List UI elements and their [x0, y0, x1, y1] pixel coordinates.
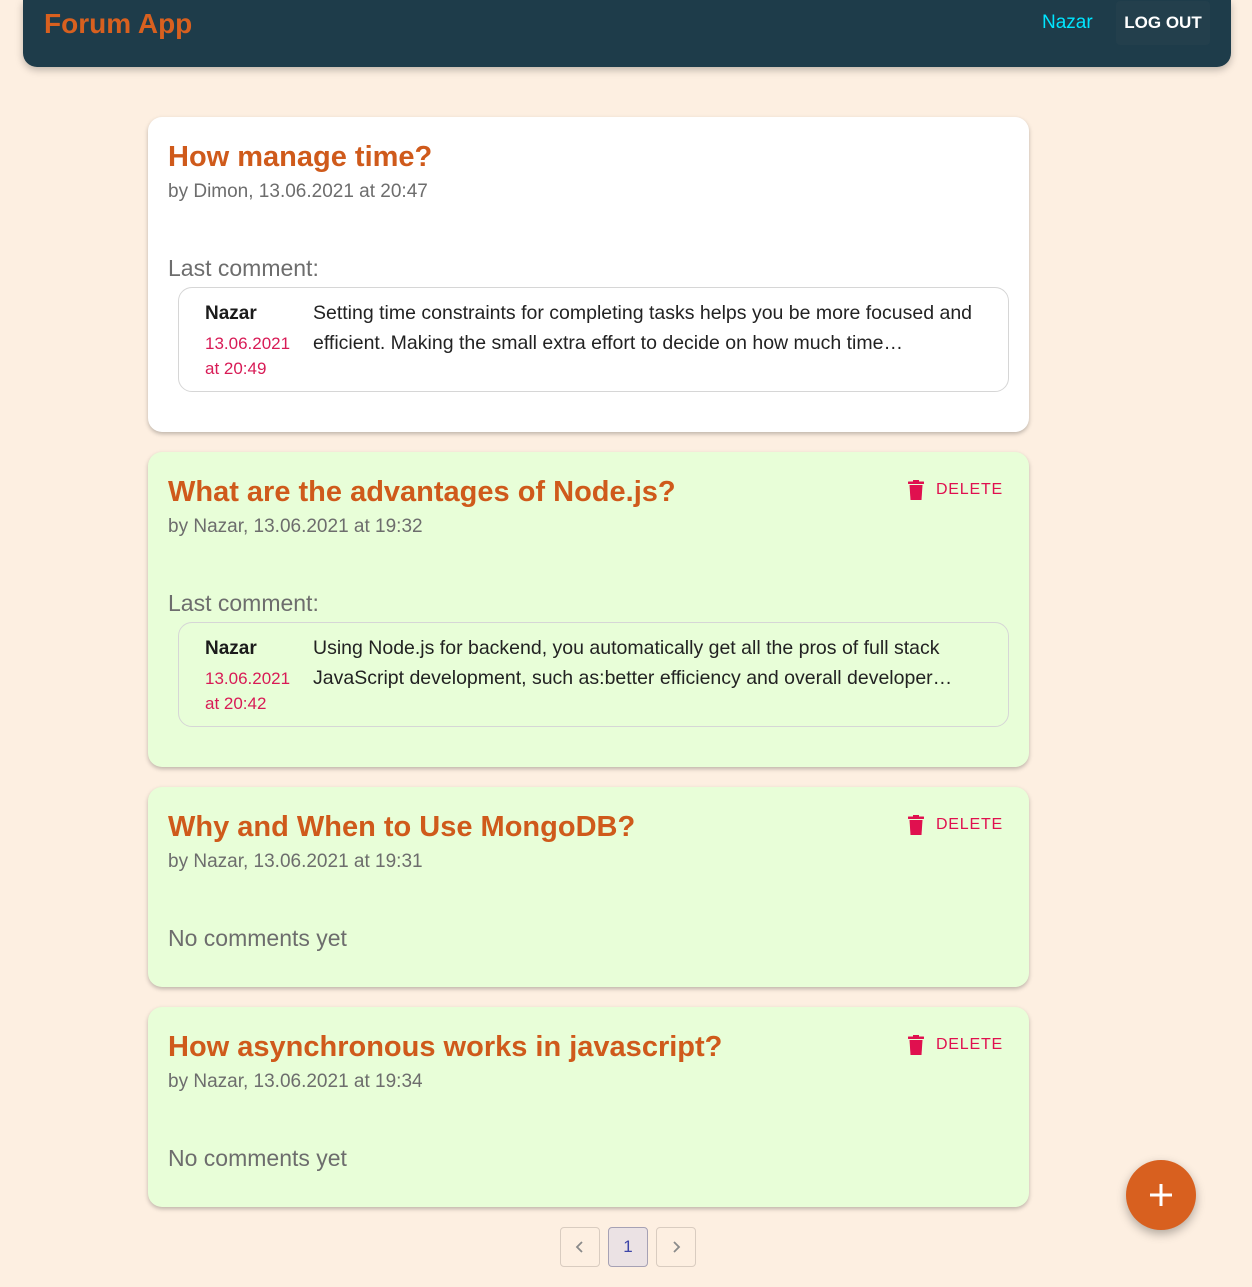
last-comment: Nazar 13.06.2021 at 20:42 Using Node.js … — [178, 622, 1009, 727]
page-button-current[interactable]: 1 — [608, 1227, 648, 1267]
app-brand[interactable]: Forum App — [44, 8, 192, 40]
post-title[interactable]: How asynchronous works in javascript? — [168, 1031, 722, 1064]
post-card[interactable]: How manage time? by Dimon, 13.06.2021 at… — [148, 117, 1029, 432]
post-meta: by Dimon, 13.06.2021 at 20:47 — [168, 181, 428, 202]
post-meta: by Nazar, 13.06.2021 at 19:31 — [168, 851, 423, 872]
no-comments-label: No comments yet — [168, 1145, 347, 1171]
trash-icon — [907, 815, 924, 835]
add-post-button[interactable] — [1126, 1160, 1196, 1230]
comment-text: Using Node.js for backend, you automatic… — [313, 637, 953, 689]
post-title[interactable]: Why and When to Use MongoDB? — [168, 811, 635, 844]
last-comment-label: Last comment: — [168, 255, 319, 281]
plus-icon — [1150, 1184, 1172, 1206]
previous-page-button[interactable] — [560, 1227, 600, 1267]
post-title[interactable]: How manage time? — [168, 141, 432, 174]
delete-post-button[interactable]: DELETE — [907, 1035, 1003, 1055]
current-user-name: Nazar — [1042, 12, 1093, 33]
post-card[interactable]: What are the advantages of Node.js? DELE… — [148, 452, 1029, 767]
pagination: 1 — [560, 1227, 696, 1267]
chevron-left-icon — [575, 1241, 583, 1253]
next-page-button[interactable] — [656, 1227, 696, 1267]
chevron-right-icon — [673, 1241, 681, 1253]
delete-label: DELETE — [935, 816, 1003, 833]
no-comments-label: No comments yet — [168, 925, 347, 951]
comment-text: Setting time constraints for completing … — [313, 302, 973, 354]
delete-post-button[interactable]: DELETE — [907, 480, 1003, 500]
comment-date: 13.06.2021 at 20:42 — [205, 669, 291, 713]
post-title[interactable]: What are the advantages of Node.js? — [168, 476, 676, 509]
delete-post-button[interactable]: DELETE — [907, 815, 1003, 835]
post-card[interactable]: How asynchronous works in javascript? DE… — [148, 1007, 1029, 1207]
comment-date: 13.06.2021 at 20:49 — [205, 334, 291, 378]
last-comment: Nazar 13.06.2021 at 20:49 Setting time c… — [178, 287, 1009, 392]
last-comment-label: Last comment: — [168, 590, 319, 616]
logout-button[interactable]: LOG OUT — [1116, 1, 1210, 45]
comment-author: Nazar — [205, 638, 257, 659]
post-card[interactable]: Why and When to Use MongoDB? DELETE by N… — [148, 787, 1029, 987]
delete-label: DELETE — [935, 481, 1003, 498]
comment-author: Nazar — [205, 303, 257, 324]
delete-label: DELETE — [935, 1036, 1003, 1053]
post-meta: by Nazar, 13.06.2021 at 19:32 — [168, 516, 423, 537]
app-bar: Forum App Nazar LOG OUT — [23, 0, 1231, 67]
trash-icon — [907, 1035, 924, 1055]
trash-icon — [907, 480, 924, 500]
post-meta: by Nazar, 13.06.2021 at 19:34 — [168, 1071, 423, 1092]
